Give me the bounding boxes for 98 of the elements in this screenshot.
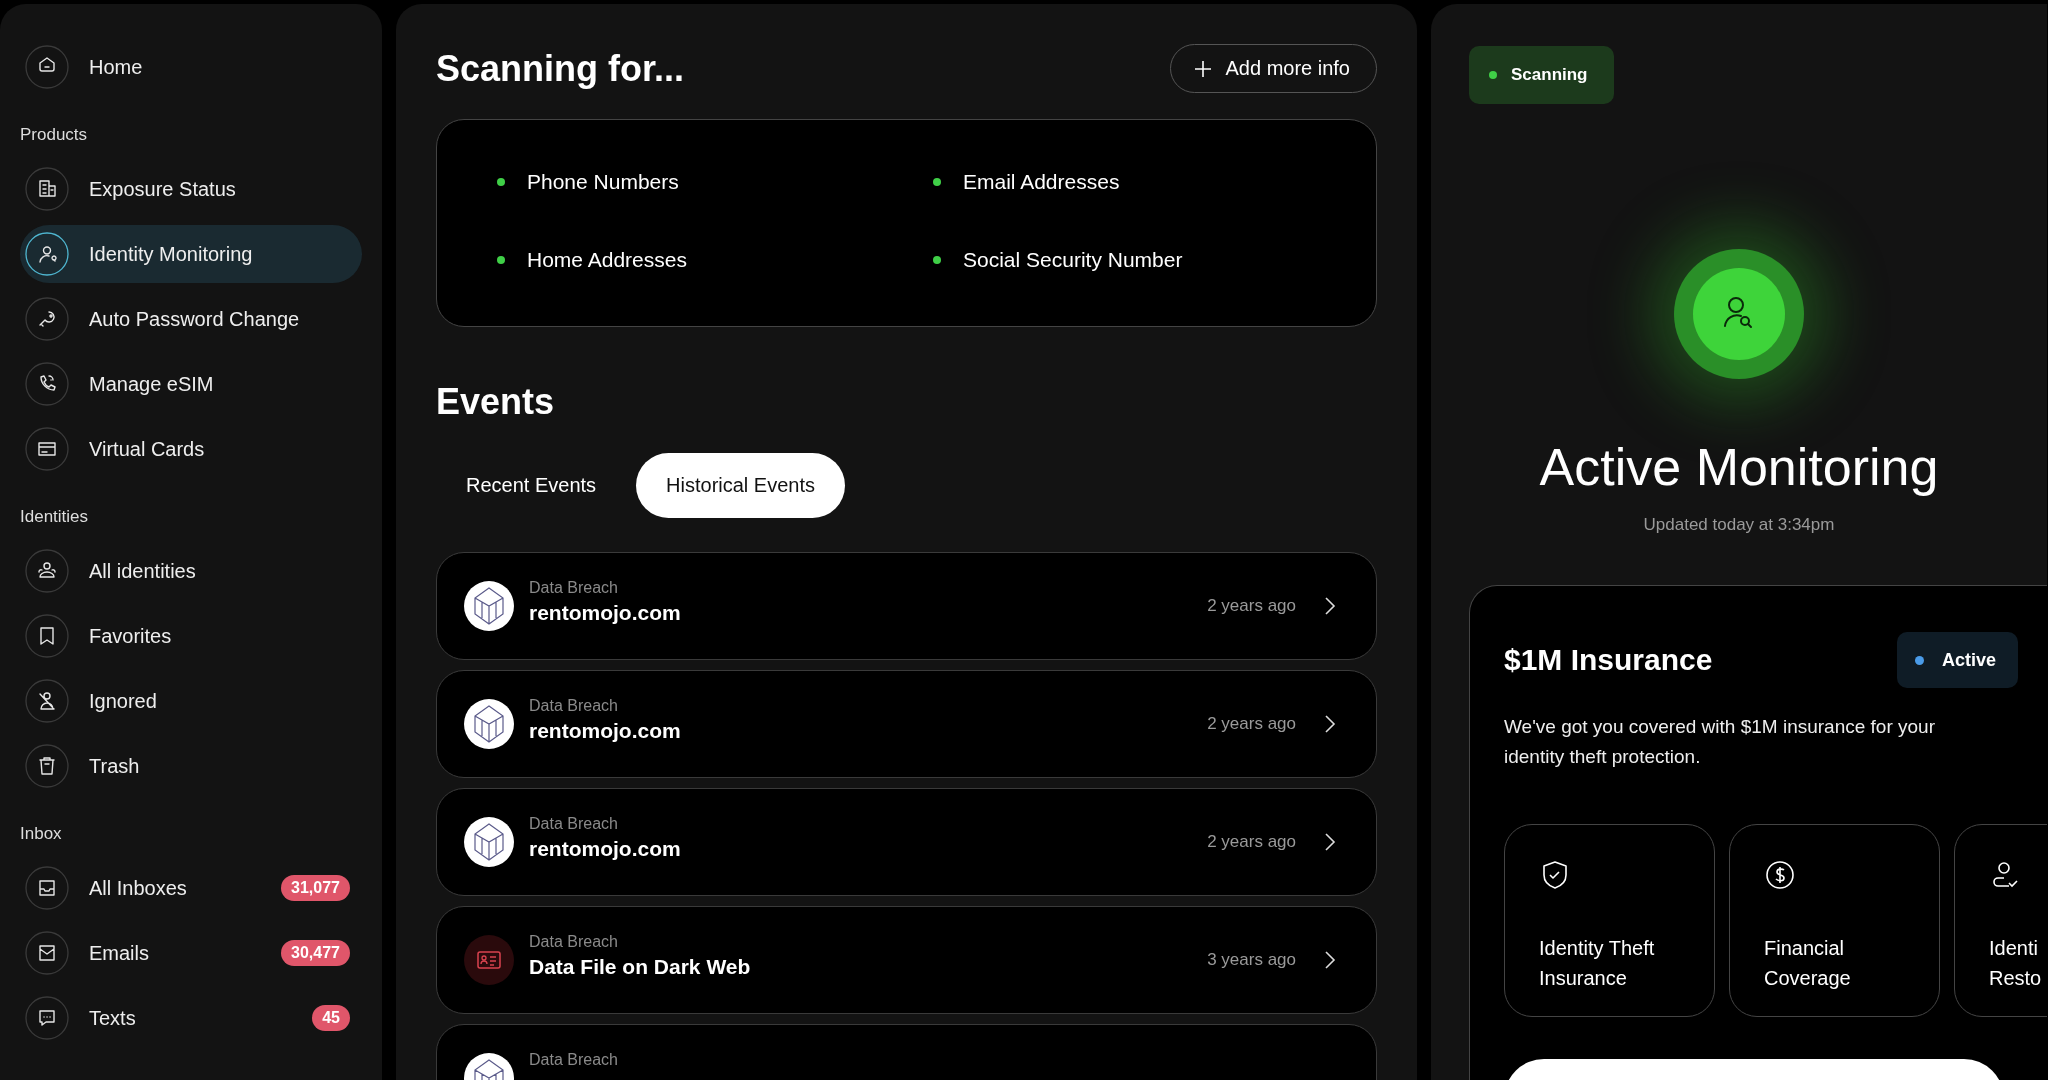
status-dot — [497, 178, 505, 186]
chevron-right-icon — [1324, 714, 1336, 734]
event-category: Data Breach — [529, 1051, 619, 1069]
tab[interactable]: Historical Events — [636, 453, 845, 518]
sidebar-item-label: Trash — [89, 754, 141, 778]
sidebar-item-label: All identities — [89, 559, 197, 583]
status-badge: Active — [1896, 632, 2018, 688]
event-category: Data Breach — [529, 697, 619, 715]
event-row[interactable]: Data Breach rentomojo.com 2 years ago — [436, 670, 1377, 778]
sidebar-item-label: Manage eSIM — [89, 372, 215, 396]
sidebar-item[interactable]: Identity Monitoring — [20, 225, 362, 283]
bookmark-icon — [25, 614, 69, 658]
chat-icon — [25, 996, 69, 1040]
section-heading: Products — [20, 124, 89, 146]
chevron-right-icon — [1324, 596, 1336, 616]
event-row[interactable]: Data Breach rentomojo.com 2 years ago — [436, 788, 1377, 896]
insurance-description: We've got you covered with $1M insurance for your identity theft protection. — [1504, 715, 1936, 769]
event-name: Data File on Dark Web — [529, 955, 752, 979]
sidebar-item[interactable]: Auto Password Change — [20, 290, 362, 348]
chevron-right-icon — [1324, 950, 1336, 970]
sidebar-item[interactable]: Favorites — [20, 607, 362, 665]
feature-card[interactable]: Identi Resto — [1954, 824, 2047, 1017]
section-title: Events — [436, 381, 556, 423]
event-row[interactable]: Data Breach rentomojo.com 2 years ago — [436, 552, 1377, 660]
event-time: 2 years ago — [1207, 832, 1296, 852]
sidebar-item-label: Emails — [89, 941, 150, 965]
feature-card[interactable]: Identity Theft Insurance — [1504, 824, 1715, 1017]
sidebar-item-label: Favorites — [89, 624, 173, 648]
house-icon — [25, 45, 69, 89]
people-icon — [25, 549, 69, 593]
monitoring-title: Active Monitoring — [1539, 437, 1939, 497]
id-card-icon — [463, 934, 515, 986]
status-dot — [933, 256, 941, 264]
status-dot — [497, 256, 505, 264]
envelope-icon — [25, 931, 69, 975]
sidebar-item-label: Ignored — [89, 689, 158, 713]
trash-icon — [25, 744, 69, 788]
event-row[interactable]: Data Breach — [436, 1024, 1377, 1080]
sidebar-item[interactable]: Texts 45 — [20, 989, 362, 1047]
event-name: rentomojo.com — [529, 837, 682, 861]
sidebar-item-label: All Inboxes — [89, 876, 188, 900]
scan-item-label: Email Addresses — [963, 170, 1120, 194]
sidebar-item-label: Exposure Status — [89, 177, 237, 201]
person-search-icon — [25, 232, 69, 276]
feature-label: Identity Theft Insurance — [1539, 936, 1656, 991]
card-icon — [25, 427, 69, 471]
sidebar-item-label: Home — [89, 55, 144, 79]
sidebar-item[interactable]: All Inboxes 31,077 — [20, 859, 362, 917]
tab[interactable]: Recent Events — [436, 453, 627, 518]
event-time: 2 years ago — [1207, 596, 1296, 616]
scan-item-label: Home Addresses — [527, 248, 687, 272]
cube-logo-icon — [463, 698, 515, 750]
inbox-icon — [25, 866, 69, 910]
event-category: Data Breach — [529, 933, 619, 951]
sidebar-item-label: Texts — [89, 1006, 137, 1030]
key-icon — [25, 297, 69, 341]
updated-time: Updated today at 3:34pm — [1643, 515, 1835, 535]
cube-logo-icon — [463, 580, 515, 632]
unread-count: 30,477 — [281, 940, 350, 966]
section-title: Scanning for... — [436, 47, 685, 90]
scan-item-label: Phone Numbers — [527, 170, 679, 194]
sidebar-item-label: Identity Monitoring — [89, 242, 254, 266]
sidebar-item[interactable]: Ignored — [20, 672, 362, 730]
sidebar-item-label: Virtual Cards — [89, 437, 206, 461]
status-badge: Scanning — [1469, 46, 1614, 104]
sidebar-item[interactable]: Manage eSIM — [20, 355, 362, 413]
sidebar-item[interactable]: Home — [20, 38, 362, 96]
person-slash-icon — [25, 679, 69, 723]
sidebar-item-label: Auto Password Change — [89, 307, 301, 331]
sidebar-item[interactable]: Virtual Cards — [20, 420, 362, 478]
cube-logo-icon — [463, 816, 515, 868]
event-name: rentomojo.com — [529, 601, 682, 625]
insurance-title: $1M Insurance — [1504, 643, 1713, 677]
feature-label: Financial Coverage — [1764, 936, 1852, 991]
feature-label: Identi Resto — [1989, 936, 2043, 991]
unread-count: 31,077 — [281, 875, 350, 901]
sidebar-item[interactable]: Emails 30,477 — [20, 924, 362, 982]
plus-icon — [1193, 58, 1214, 79]
sidebar-item[interactable]: All identities — [20, 542, 362, 600]
sidebar-item[interactable]: Exposure Status — [20, 160, 362, 218]
chevron-right-icon — [1324, 832, 1336, 852]
feature-card[interactable]: Financial Coverage — [1729, 824, 1940, 1017]
person-search-icon — [1693, 268, 1785, 360]
unread-count: 45 — [312, 1005, 350, 1031]
event-row[interactable]: Data Breach Data File on Dark Web 3 years ago — [436, 906, 1377, 1014]
sidebar-item[interactable]: Trash — [20, 737, 362, 795]
event-category: Data Breach — [529, 579, 619, 597]
phone-icon — [25, 362, 69, 406]
dollar-icon — [1764, 859, 1796, 891]
event-time: 2 years ago — [1207, 714, 1296, 734]
event-time: 3 years ago — [1207, 950, 1296, 970]
scan-item-label: Social Security Number — [963, 248, 1183, 272]
building-icon — [25, 167, 69, 211]
section-heading: Identities — [20, 506, 90, 528]
event-name: rentomojo.com — [529, 719, 682, 743]
event-category: Data Breach — [529, 815, 619, 833]
status-dot — [933, 178, 941, 186]
section-heading: Inbox — [20, 823, 63, 845]
